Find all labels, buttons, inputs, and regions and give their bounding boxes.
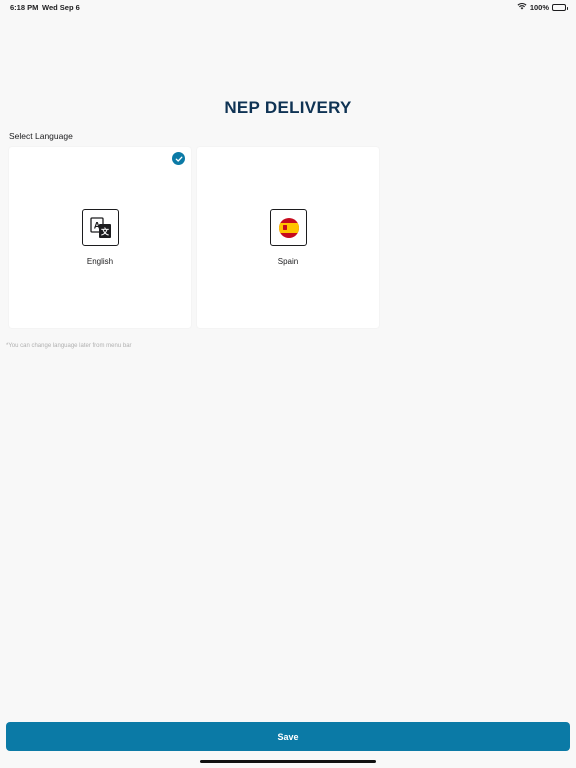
spain-flag-icon [270,209,307,246]
battery-percent: 100% [529,2,549,12]
checkmark-icon [172,152,185,165]
status-time: 6:18 PM [10,3,39,12]
select-language-label: Select Language [9,131,73,141]
status-bar: 6:18 PM Wed Sep 6 100% [0,0,576,14]
status-right: 100% [517,2,568,12]
home-indicator[interactable] [200,760,376,763]
screen: 6:18 PM Wed Sep 6 100% NEP DELIVERY Sele… [0,0,576,768]
translate-icon: A 文 [82,209,119,246]
wifi-icon [517,2,527,12]
language-label-spain: Spain [277,257,299,266]
language-card-english[interactable]: A 文 English [9,147,191,328]
language-label-english: English [86,257,114,266]
status-date: Wed Sep 6 [42,3,80,12]
save-button[interactable]: Save [6,722,570,751]
battery-icon [552,3,568,11]
app-title: NEP DELIVERY [224,98,352,117]
svg-text:文: 文 [101,226,110,236]
language-card-spain[interactable]: Spain [197,147,379,328]
language-hint: *You can change language later from menu… [6,343,132,349]
